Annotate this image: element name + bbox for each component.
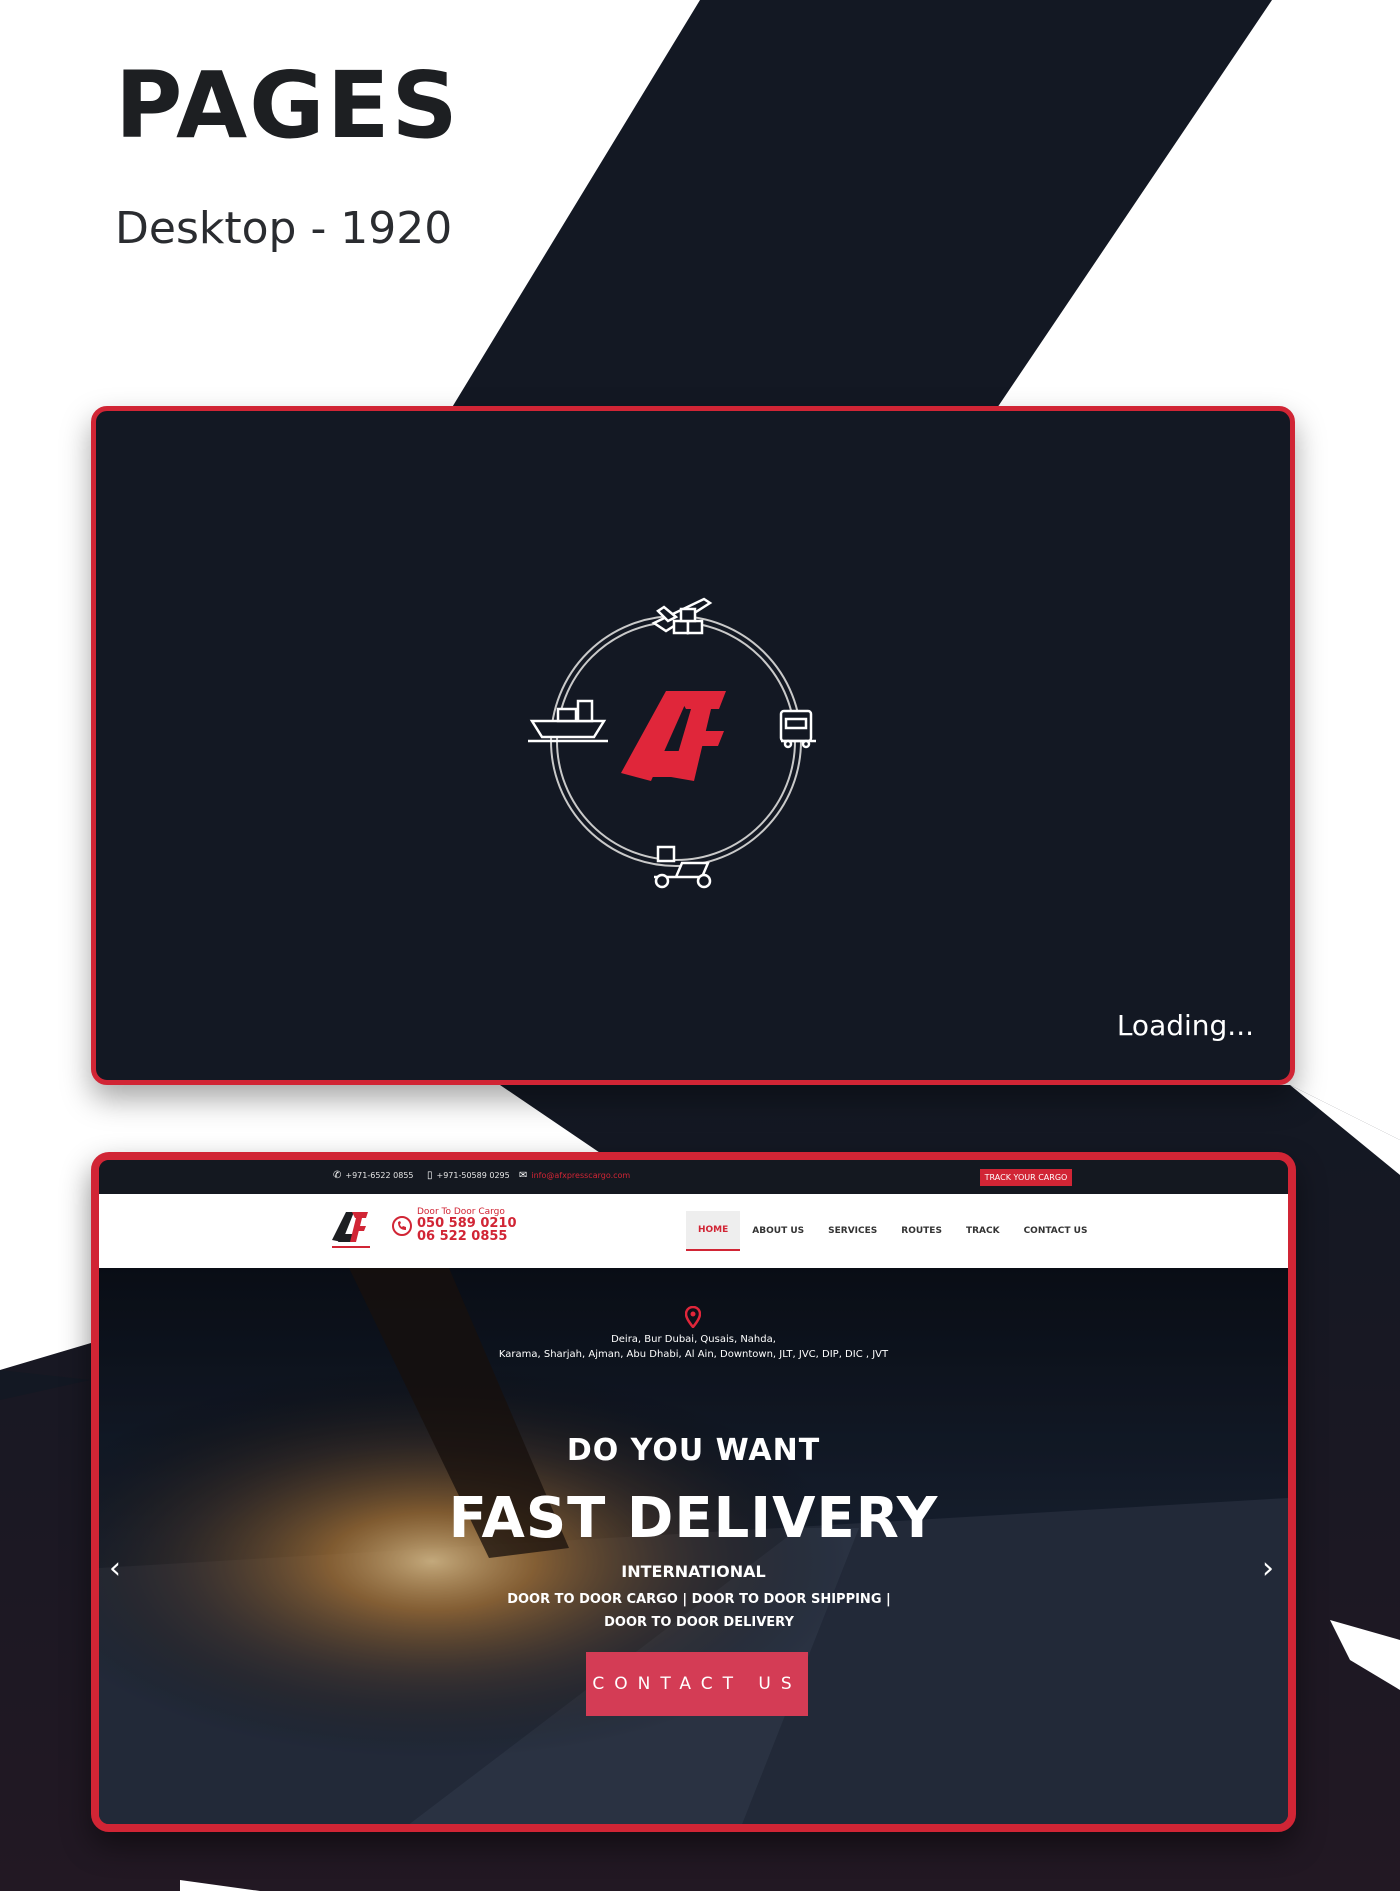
topbar-phone-text: +971-6522 0855 <box>345 1171 414 1180</box>
phone-circle-icon <box>392 1215 412 1236</box>
topbar-email-text: info@afxpresscargo.com <box>531 1171 631 1180</box>
hero-subtitle: INTERNATIONAL <box>621 1562 766 1581</box>
nav-phone-2: 06 522 0855 <box>417 1229 508 1244</box>
nav-link-home[interactable]: HOME <box>686 1211 741 1251</box>
topbar-mobile-text: +971-50589 0295 <box>436 1171 510 1180</box>
topbar-phone[interactable]: ✆ +971-6522 0855 <box>333 1170 414 1181</box>
service-areas-line-1: Deira, Bur Dubai, Qusais, Nahda, <box>611 1334 776 1345</box>
loading-status: Loading... <box>1116 1009 1254 1042</box>
nav-links: HOME ABOUT US SERVICES ROUTES TRACK CONT… <box>686 1194 1099 1268</box>
hero-title: FAST DELIVERY <box>448 1486 939 1551</box>
chevron-left-icon[interactable]: ‹ <box>109 1551 121 1586</box>
nav-phone-block[interactable]: Door To Door Cargo 050 589 0210 06 522 0… <box>391 1208 517 1243</box>
nav-link-services[interactable]: SERVICES <box>816 1211 889 1251</box>
phone-icon: ✆ <box>333 1170 342 1181</box>
page-subtitle: Desktop - 1920 <box>115 203 453 254</box>
main-navbar: Door To Door Cargo 050 589 0210 06 522 0… <box>99 1194 1288 1268</box>
chevron-right-icon[interactable]: › <box>1262 1551 1274 1586</box>
af-logo-mark <box>621 691 726 781</box>
nav-phone-lines: Door To Door Cargo 050 589 0210 06 522 0… <box>417 1208 517 1244</box>
ship-icon <box>528 699 608 743</box>
mobile-icon: ▯ <box>427 1170 433 1181</box>
topbar-mobile[interactable]: ▯ +971-50589 0295 <box>427 1170 510 1181</box>
nav-link-contact-us[interactable]: CONTACT US <box>1012 1211 1100 1251</box>
hero-pre-title: DO YOU WANT <box>566 1433 821 1468</box>
loader-graphic <box>528 597 816 889</box>
af-logo[interactable] <box>328 1206 380 1256</box>
nav-link-track[interactable]: TRACK <box>954 1211 1012 1251</box>
contact-us-button[interactable]: CONTACT US <box>586 1652 808 1716</box>
location-pin-icon <box>685 1306 701 1328</box>
loading-screen-frame: Loading... <box>91 406 1295 1085</box>
truck-icon <box>779 709 816 749</box>
top-bar: ✆ +971-6522 0855 ▯ +971-50589 0295 ✉ inf… <box>99 1160 1288 1194</box>
service-areas-line-2: Karama, Sharjah, Ajman, Abu Dhabi, Al Ai… <box>498 1349 889 1360</box>
hero-description: DOOR TO DOOR CARGO | DOOR TO DOOR SHIPPI… <box>507 1592 891 1630</box>
scooter-icon <box>654 845 712 889</box>
topbar-email[interactable]: ✉ info@afxpresscargo.com <box>519 1170 630 1181</box>
page-title: PAGES <box>115 52 460 159</box>
nav-link-about-us[interactable]: ABOUT US <box>740 1211 816 1251</box>
home-page-frame: ✆ +971-6522 0855 ▯ +971-50589 0295 ✉ inf… <box>91 1152 1296 1832</box>
nav-link-routes[interactable]: ROUTES <box>889 1211 954 1251</box>
mail-icon: ✉ <box>519 1170 528 1181</box>
track-cargo-button[interactable]: TRACK YOUR CARGO <box>980 1169 1072 1186</box>
hero-slider: Deira, Bur Dubai, Qusais, Nahda, Karama,… <box>99 1268 1288 1824</box>
